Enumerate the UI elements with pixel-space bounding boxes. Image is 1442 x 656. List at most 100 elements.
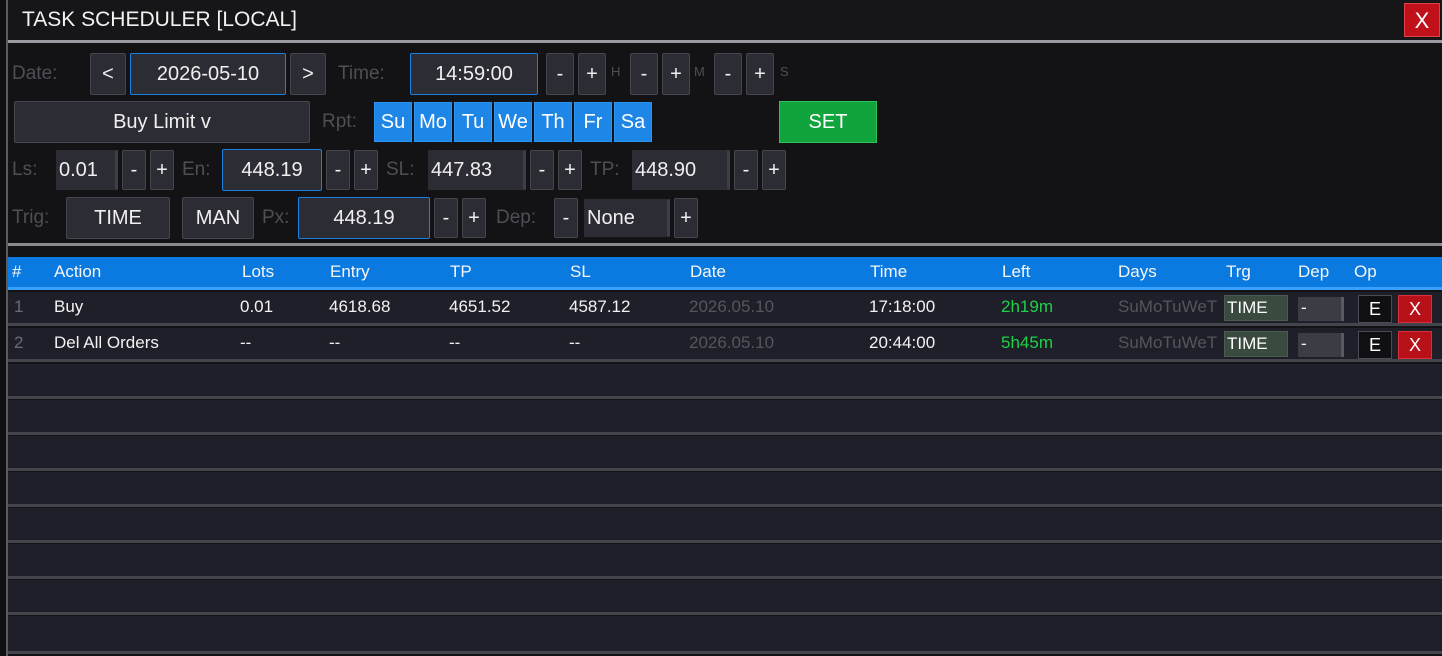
tp-label: TP: bbox=[590, 159, 620, 180]
empty-table-row bbox=[8, 580, 1442, 615]
col-time: Time bbox=[870, 262, 908, 281]
sl-minus-button[interactable]: - bbox=[530, 150, 554, 190]
sl-field[interactable]: 447.83 bbox=[428, 150, 526, 190]
row-dependency[interactable]: - bbox=[1298, 333, 1344, 357]
row-sl: 4587.12 bbox=[569, 297, 631, 316]
empty-table-row bbox=[8, 616, 1442, 654]
col-left: Left bbox=[1002, 262, 1031, 281]
table-row[interactable]: 2 Del All Orders -- -- -- -- 2026.05.10 … bbox=[8, 328, 1442, 362]
row-sl: -- bbox=[569, 333, 581, 352]
row-lots: -- bbox=[240, 333, 252, 352]
trigger-time-button[interactable]: TIME bbox=[66, 197, 170, 239]
repeat-label: Rpt: bbox=[322, 111, 357, 132]
second-plus-button[interactable]: + bbox=[746, 53, 774, 95]
row-tp: 4651.52 bbox=[449, 297, 511, 316]
minute-minus-button[interactable]: - bbox=[630, 53, 658, 95]
price-plus-button[interactable]: + bbox=[462, 198, 486, 238]
edit-task-button[interactable]: E bbox=[1358, 331, 1392, 359]
col-op: Op bbox=[1354, 262, 1377, 281]
empty-table-row bbox=[8, 472, 1442, 507]
row-lots: 0.01 bbox=[240, 297, 274, 316]
close-window-button[interactable]: X bbox=[1404, 3, 1440, 37]
dependency-label: Dep: bbox=[496, 207, 537, 228]
col-index: # bbox=[12, 262, 22, 281]
col-dep: Dep bbox=[1298, 262, 1330, 281]
hour-minus-button[interactable]: - bbox=[546, 53, 574, 95]
price-field[interactable]: 448.19 bbox=[298, 197, 430, 239]
day-toggle-we[interactable]: We bbox=[494, 102, 532, 142]
tp-minus-button[interactable]: - bbox=[734, 150, 758, 190]
order-type-dropdown[interactable]: Buy Limit v bbox=[14, 101, 310, 143]
day-toggle-sa[interactable]: Sa bbox=[614, 102, 652, 142]
empty-table-row bbox=[8, 544, 1442, 579]
minute-plus-button[interactable]: + bbox=[662, 53, 690, 95]
second-label: S bbox=[780, 64, 789, 79]
day-toggle-tu[interactable]: Tu bbox=[454, 102, 492, 142]
row-action: Buy bbox=[54, 297, 84, 316]
second-minus-button[interactable]: - bbox=[714, 53, 742, 95]
trigger-manual-button[interactable]: MAN bbox=[182, 197, 254, 239]
panel-separator bbox=[8, 243, 1442, 246]
lots-label: Ls: bbox=[12, 159, 38, 180]
empty-table-row bbox=[8, 400, 1442, 435]
price-minus-button[interactable]: - bbox=[434, 198, 458, 238]
hour-plus-button[interactable]: + bbox=[578, 53, 606, 95]
row-days: SuMoTuWeT bbox=[1118, 333, 1218, 352]
row-dependency[interactable]: - bbox=[1298, 297, 1344, 321]
time-label: Time: bbox=[338, 63, 385, 84]
row-date: 2026.05.10 bbox=[689, 297, 775, 316]
sl-plus-button[interactable]: + bbox=[558, 150, 582, 190]
col-action: Action bbox=[54, 262, 102, 281]
row-time-left: 2h19m bbox=[1001, 297, 1053, 316]
date-label: Date: bbox=[12, 63, 58, 84]
time-field[interactable]: 14:59:00 bbox=[410, 53, 538, 95]
entry-plus-button[interactable]: + bbox=[354, 150, 378, 190]
task-scheduler-window: TASK SCHEDULER [LOCAL] X Date: < 2026-05… bbox=[6, 0, 1442, 656]
delete-task-button[interactable]: X bbox=[1398, 331, 1432, 359]
task-table-header: # Action Lots Entry TP SL Date Time Left… bbox=[8, 257, 1442, 290]
day-toggle-su[interactable]: Su bbox=[374, 102, 412, 142]
sl-label: SL: bbox=[386, 159, 415, 180]
row-trigger-badge: TIME bbox=[1224, 331, 1288, 357]
day-toggle-mo[interactable]: Mo bbox=[414, 102, 452, 142]
empty-table-row bbox=[8, 508, 1442, 543]
dependency-field[interactable]: None bbox=[584, 199, 670, 237]
entry-minus-button[interactable]: - bbox=[326, 150, 350, 190]
row-time-left: 5h45m bbox=[1001, 333, 1053, 352]
row-index: 2 bbox=[14, 333, 24, 352]
row-days: SuMoTuWeT bbox=[1118, 297, 1218, 316]
day-toggle-th[interactable]: Th bbox=[534, 102, 572, 142]
col-lots: Lots bbox=[242, 262, 275, 281]
col-sl: SL bbox=[570, 262, 591, 281]
row-tp: -- bbox=[449, 333, 461, 352]
col-date: Date bbox=[690, 262, 726, 281]
set-button[interactable]: SET bbox=[779, 101, 877, 143]
row-time: 17:18:00 bbox=[869, 297, 936, 316]
hour-label: H bbox=[611, 64, 621, 79]
col-tp: TP bbox=[450, 262, 472, 281]
row-action: Del All Orders bbox=[54, 333, 159, 352]
row-entry: -- bbox=[329, 333, 341, 352]
day-toggle-fr[interactable]: Fr bbox=[574, 102, 612, 142]
tp-field[interactable]: 448.90 bbox=[632, 150, 730, 190]
row-entry: 4618.68 bbox=[329, 297, 391, 316]
date-field[interactable]: 2026-05-10 bbox=[130, 53, 286, 95]
price-label: Px: bbox=[262, 207, 290, 228]
dependency-plus-button[interactable]: + bbox=[674, 198, 698, 238]
lots-field[interactable]: 0.01 bbox=[56, 150, 118, 190]
empty-table-row bbox=[8, 364, 1442, 399]
row-trigger-badge: TIME bbox=[1224, 295, 1288, 321]
next-date-button[interactable]: > bbox=[290, 53, 326, 95]
dependency-minus-button[interactable]: - bbox=[554, 198, 578, 238]
prev-date-button[interactable]: < bbox=[90, 53, 126, 95]
lots-plus-button[interactable]: + bbox=[150, 150, 174, 190]
delete-task-button[interactable]: X bbox=[1398, 295, 1432, 323]
edit-task-button[interactable]: E bbox=[1358, 295, 1392, 323]
tp-plus-button[interactable]: + bbox=[762, 150, 786, 190]
trigger-label: Trig: bbox=[12, 207, 50, 228]
lots-minus-button[interactable]: - bbox=[122, 150, 146, 190]
entry-label: En: bbox=[182, 159, 211, 180]
table-row[interactable]: 1 Buy 0.01 4618.68 4651.52 4587.12 2026.… bbox=[8, 292, 1442, 326]
row-date: 2026.05.10 bbox=[689, 333, 775, 352]
entry-field[interactable]: 448.19 bbox=[222, 149, 322, 191]
